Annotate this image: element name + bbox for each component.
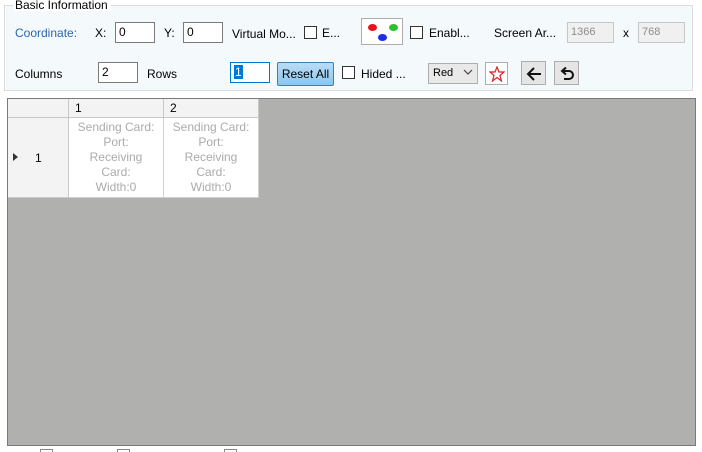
rows-input[interactable]: 1: [230, 62, 270, 83]
hided-checkbox[interactable]: [342, 66, 355, 79]
group-title: Basic Information: [13, 0, 111, 11]
row-header-label: 1: [35, 151, 42, 165]
screen-area-separator: x: [623, 26, 629, 40]
y-label: Y:: [164, 26, 175, 40]
cell-port: Port:: [198, 135, 224, 149]
virtual-mode-label: Virtual Mo...: [232, 27, 296, 41]
reset-all-button[interactable]: Reset All: [277, 62, 334, 86]
star-icon: [489, 66, 505, 82]
columns-label: Columns: [15, 67, 63, 81]
column-header[interactable]: 1: [69, 99, 164, 118]
rows-input-value: 1: [234, 65, 243, 79]
rows-label: Rows: [147, 67, 178, 81]
grid-cell[interactable]: Sending Card: Port: Receiving Card: Widt…: [69, 118, 164, 198]
row-pointer-icon: [13, 153, 18, 161]
coordinate-label: Coordinate:: [15, 26, 78, 40]
color-select[interactable]: Red: [428, 63, 478, 84]
grid-corner-header: [8, 99, 69, 118]
undo-button[interactable]: [554, 61, 579, 85]
virtual-mode-checkbox-label: E...: [322, 26, 341, 40]
color-select-value: Red: [433, 67, 454, 79]
cell-receiving: Receiving: [184, 150, 238, 164]
row-header[interactable]: 1: [8, 118, 69, 198]
screen-height-input[interactable]: 768: [638, 22, 685, 43]
undo-icon: [560, 66, 574, 80]
color-map-button[interactable]: [361, 18, 403, 45]
enable-checkbox[interactable]: [410, 26, 423, 39]
x-label: X:: [95, 26, 107, 40]
cell-receiving: Receiving: [89, 150, 143, 164]
cell-card: Card:: [196, 165, 226, 179]
cell-width: Width:0: [190, 180, 232, 194]
blue-dot: [378, 34, 387, 41]
screen-area-label: Screen Ar...: [494, 26, 557, 40]
cell-sending-card: Sending Card:: [172, 120, 250, 134]
virtual-mode-checkbox[interactable]: [304, 26, 317, 39]
cell-port: Port:: [103, 135, 129, 149]
column-header[interactable]: 2: [164, 99, 259, 118]
columns-input[interactable]: 2: [98, 62, 138, 83]
cell-card: Card:: [101, 165, 131, 179]
enable-label: Enabl...: [429, 26, 470, 40]
screen-width-input[interactable]: 1366: [567, 22, 614, 43]
back-button[interactable]: [521, 61, 546, 85]
arrow-left-icon: [526, 67, 541, 81]
hided-label: Hided ...: [361, 67, 406, 81]
cell-sending-card: Sending Card:: [77, 120, 155, 134]
green-dot: [389, 24, 398, 31]
rgb-dots-icon: [368, 24, 377, 31]
chevron-down-icon: [463, 69, 473, 75]
grid-cell[interactable]: Sending Card: Port: Receiving Card: Widt…: [164, 118, 259, 198]
y-input[interactable]: 0: [183, 22, 223, 43]
layout-grid[interactable]: 1 2 1 Sending Card: Port: Receiving Card…: [7, 98, 696, 446]
star-button[interactable]: [485, 62, 508, 85]
cell-width: Width:0: [95, 180, 137, 194]
x-input[interactable]: 0: [115, 22, 155, 43]
